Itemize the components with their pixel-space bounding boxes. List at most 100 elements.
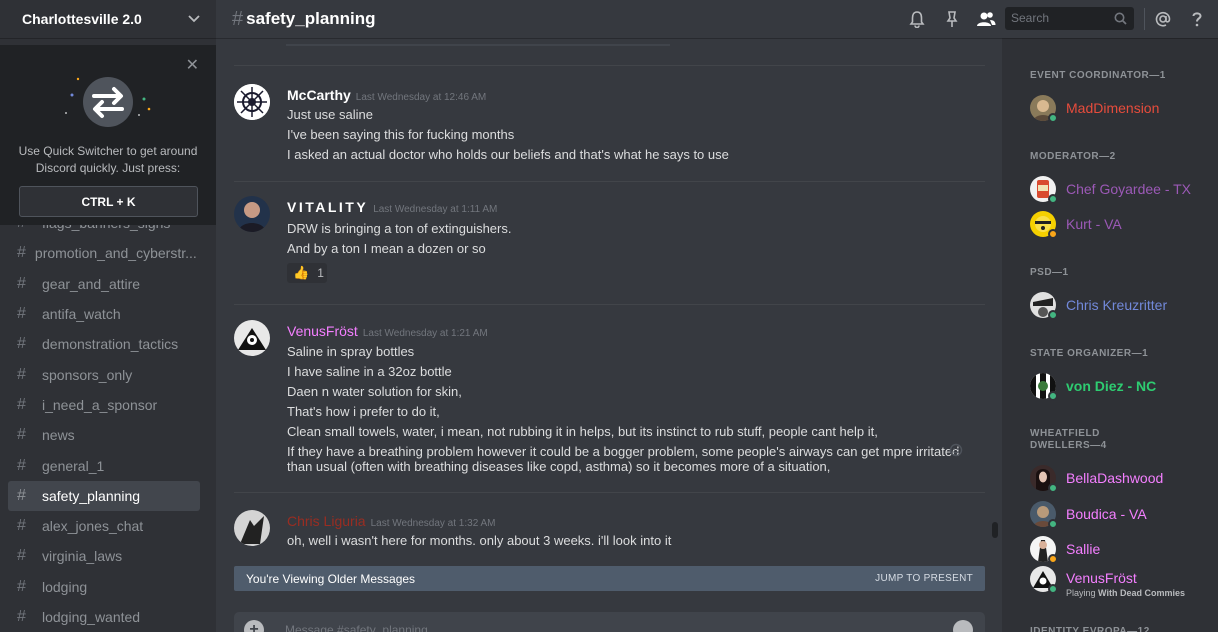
- member-item[interactable]: VenusFröst Playing With Dead Commies: [1030, 566, 1216, 600]
- channel-item[interactable]: # news: [8, 420, 200, 450]
- close-icon[interactable]: ✕: [186, 55, 199, 75]
- status-online-indicator: [1048, 113, 1058, 123]
- member-item[interactable]: Boudica - VA: [1030, 501, 1216, 533]
- shortcut-button[interactable]: CTRL + K: [19, 186, 198, 217]
- hash-icon: #: [17, 335, 26, 353]
- message-text: I have saline in a 32oz bottle: [287, 364, 452, 379]
- help-icon[interactable]: [1188, 10, 1206, 28]
- members-icon[interactable]: [976, 10, 996, 28]
- message-header: VITALITY Last Wednesday at 1:11 AM: [287, 199, 497, 217]
- message-divider: [234, 65, 985, 66]
- member-name: von Diez - NC: [1066, 378, 1157, 394]
- channel-item[interactable]: # virginia_laws: [8, 541, 200, 571]
- emoji-picker-icon[interactable]: [953, 620, 973, 632]
- divider: [286, 44, 670, 46]
- message-input[interactable]: Message #safety_planning: [285, 623, 428, 632]
- upload-plus-icon[interactable]: +: [244, 620, 264, 632]
- member-name: BellaDashwood: [1066, 470, 1164, 486]
- channel-name: lodging: [42, 578, 88, 595]
- discord-app: Charlottesville 2.0 #flags_banners_signs…: [0, 0, 1218, 632]
- channel-name: gear_and_attire: [42, 275, 141, 292]
- member-item[interactable]: MadDimension: [1030, 95, 1216, 127]
- channel-item[interactable]: # demonstration_tactics: [8, 329, 200, 359]
- member-item[interactable]: Sallie: [1030, 536, 1216, 568]
- channel-name: safety_planning: [42, 487, 141, 504]
- message-composer[interactable]: + Message #safety_planning: [234, 612, 985, 632]
- hash-icon: #: [17, 305, 26, 323]
- channel-item[interactable]: # lodging: [8, 572, 200, 602]
- channel-item[interactable]: # alex_jones_chat: [8, 511, 200, 541]
- status-online-indicator: [1048, 391, 1058, 401]
- channel-item[interactable]: # promotion_and_cyberstr...: [8, 238, 200, 268]
- message-author[interactable]: VITALITY: [287, 199, 368, 215]
- activity-prefix: Playing: [1066, 588, 1096, 598]
- quick-switcher-text: Use Quick Switcher to get around Discord…: [18, 144, 198, 175]
- message-text: If they have a breathing problem however…: [287, 444, 960, 459]
- message-text: Clean small towels, water, i mean, not r…: [287, 424, 878, 439]
- hash-icon: #: [17, 456, 26, 474]
- message-group: VITALITY Last Wednesday at 1:11 AM DRW is…: [234, 196, 985, 289]
- message-author[interactable]: Chris Liguria: [287, 513, 366, 529]
- member-item[interactable]: Chris Kreuzritter: [1030, 292, 1216, 324]
- member-item[interactable]: Kurt - VA: [1030, 211, 1216, 243]
- message-text: than usual (often with breathing disease…: [287, 459, 831, 474]
- server-header[interactable]: Charlottesville 2.0: [0, 0, 216, 38]
- jump-to-present-button[interactable]: JUMP TO PRESENT: [875, 573, 973, 584]
- hash-icon: #: [17, 365, 26, 383]
- search-input[interactable]: Search: [1005, 7, 1134, 30]
- member-activity: Playing With Dead Commies: [1066, 588, 1185, 598]
- channel-name: i_need_a_sponsor: [42, 396, 158, 413]
- bell-icon[interactable]: [908, 10, 926, 28]
- status-online-indicator: [1048, 483, 1058, 493]
- channel-hash: #: [232, 7, 244, 30]
- hash-icon: #: [17, 395, 26, 413]
- avatar[interactable]: [234, 320, 270, 356]
- add-reaction-icon[interactable]: [949, 443, 963, 457]
- message-text: I've been saying this for fucking months: [287, 127, 515, 142]
- chevron-down-icon: [188, 15, 200, 23]
- status-online-indicator: [1048, 194, 1058, 204]
- channel-item[interactable]: # antifa_watch: [8, 299, 200, 329]
- channel-item[interactable]: # general_1: [8, 450, 200, 480]
- avatar[interactable]: [234, 510, 270, 546]
- channel-item[interactable]: # i_need_a_sponsor: [8, 390, 200, 420]
- channel-name: lodging_wanted: [42, 609, 141, 625]
- message-text: Saline in spray bottles: [287, 344, 415, 359]
- channel-name: antifa_watch: [42, 306, 121, 323]
- avatar[interactable]: [234, 196, 270, 232]
- quick-switcher-popup: ✕ Use Quick Switcher to get around Disco…: [0, 45, 216, 225]
- channel-name: demonstration_tactics: [42, 336, 179, 353]
- status-online-indicator: [1048, 584, 1058, 594]
- message-divider: [234, 304, 985, 305]
- member-item[interactable]: Chef Goyardee - TX: [1030, 176, 1216, 208]
- message-group: McCarthy Last Wednesday at 12:46 AM Just …: [234, 84, 985, 167]
- message-text: And by a ton I mean a dozen or so: [287, 241, 486, 256]
- pin-icon[interactable]: [943, 10, 961, 28]
- server-name: Charlottesville 2.0: [22, 11, 142, 27]
- message-text: DRW is bringing a ton of extinguishers.: [287, 221, 512, 236]
- status-online-indicator: [1048, 519, 1058, 529]
- older-messages-bar[interactable]: You're Viewing Older Messages JUMP TO PR…: [234, 566, 985, 591]
- channel-item[interactable]: # sponsors_only: [8, 359, 200, 389]
- activity-name: With Dead Commies: [1098, 588, 1185, 598]
- message-timestamp: Last Wednesday at 1:21 AM: [362, 328, 488, 339]
- member-name: Kurt - VA: [1066, 216, 1122, 232]
- hash-icon: #: [17, 608, 26, 625]
- scrollbar-thumb[interactable]: [992, 522, 998, 538]
- member-item[interactable]: von Diez - NC: [1030, 373, 1216, 405]
- reaction-button[interactable]: 👍 1: [287, 263, 327, 283]
- status-idle-indicator: [1048, 554, 1058, 564]
- channel-item[interactable]: # gear_and_attire: [8, 269, 200, 299]
- message-author[interactable]: McCarthy: [287, 87, 351, 103]
- message-timestamp: Last Wednesday at 1:11 AM: [373, 204, 498, 215]
- message-text: I asked an actual doctor who holds our b…: [287, 147, 729, 162]
- avatar[interactable]: [234, 84, 270, 120]
- mention-icon[interactable]: [1154, 10, 1172, 28]
- member-item[interactable]: BellaDashwood: [1030, 465, 1216, 497]
- channel-item-active[interactable]: # safety_planning: [8, 480, 200, 511]
- message-author[interactable]: VenusFröst: [287, 323, 358, 339]
- channel-item[interactable]: # lodging_wanted: [8, 602, 200, 632]
- search-icon: [1114, 12, 1127, 25]
- thumbs-up-icon: 👍: [293, 265, 310, 280]
- channel-title: safety_planning: [246, 9, 376, 28]
